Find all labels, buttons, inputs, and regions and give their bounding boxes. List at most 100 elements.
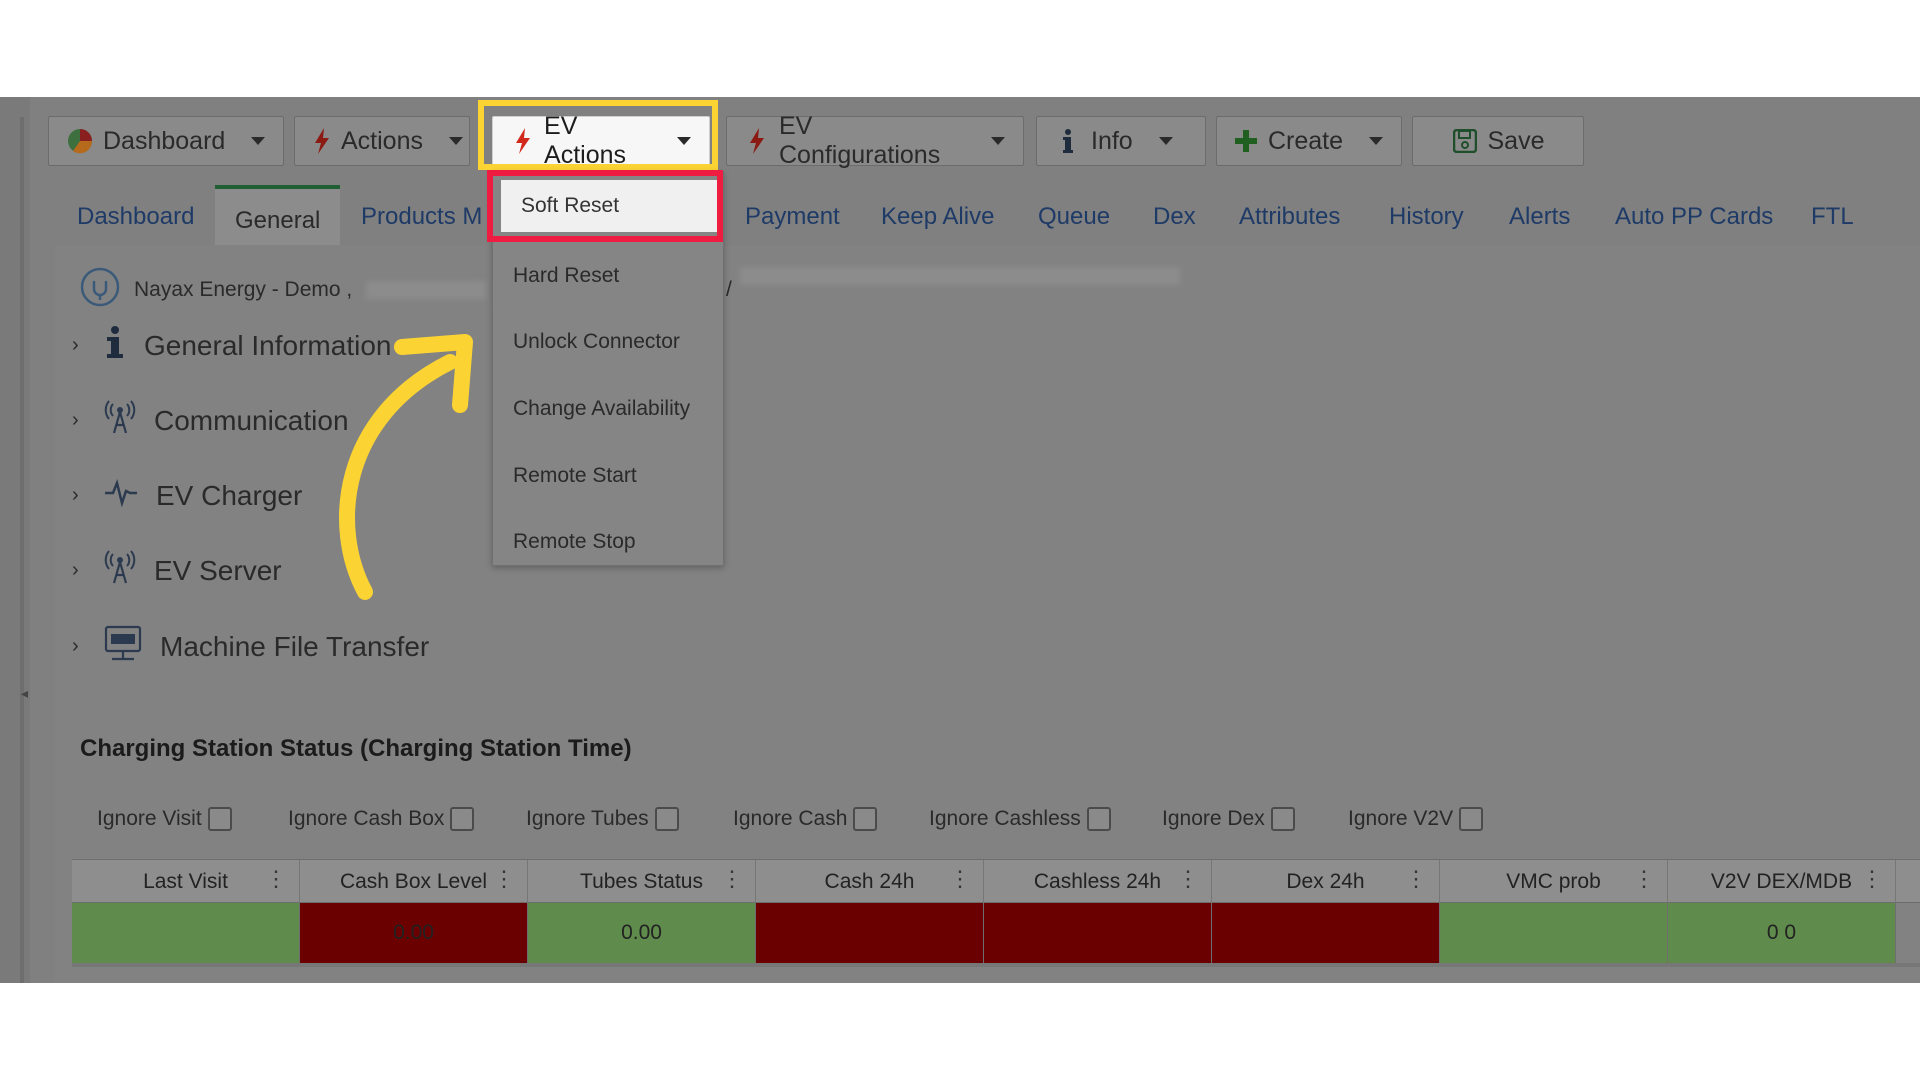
ignore-visit-filter[interactable]: Ignore Visit <box>97 807 232 831</box>
chevron-right-icon: › <box>72 635 79 657</box>
column-menu-icon[interactable]: ⋮ <box>493 868 515 890</box>
tab-auto-pp-cards[interactable]: Auto PP Cards <box>1615 203 1773 231</box>
checkbox[interactable] <box>654 807 679 831</box>
status-title: Charging Station Status (Charging Statio… <box>80 735 632 762</box>
chevron-right-icon: › <box>72 334 79 356</box>
info-button-label: Info <box>1091 126 1133 155</box>
column-header[interactable]: Cashless 24h ⋮ <box>984 860 1212 904</box>
menu-item-hard-reset[interactable]: Hard Reset <box>493 250 725 302</box>
column-menu-icon[interactable]: ⋮ <box>721 868 743 890</box>
info-button[interactable]: Info <box>1036 116 1206 166</box>
chevron-right-icon: › <box>72 409 79 431</box>
chevron-down-icon <box>1158 137 1173 145</box>
tab-products[interactable]: Products M <box>361 203 482 231</box>
status-cell <box>72 903 300 963</box>
column-label: Cashless 24h <box>1033 870 1162 893</box>
ignore-v2v-filter[interactable]: Ignore V2V <box>1348 807 1484 831</box>
checkbox[interactable] <box>1270 807 1295 831</box>
filter-label: Ignore V2V <box>1348 807 1454 830</box>
checkbox[interactable] <box>1459 807 1484 831</box>
tab-dex[interactable]: Dex <box>1153 203 1196 231</box>
ignore-dex-filter[interactable]: Ignore Dex <box>1162 807 1295 831</box>
checkbox[interactable] <box>207 807 232 831</box>
ignore-tubes-filter[interactable]: Ignore Tubes <box>526 807 679 831</box>
tab-bar: Dashboard General Products M Payment Kee… <box>55 185 1920 245</box>
tab-general[interactable]: General <box>215 185 341 245</box>
section-label: Communication <box>154 404 349 436</box>
status-table-header: Last Visit ⋮ Cash Box Level ⋮ Tubes Status… <box>72 859 1920 904</box>
column-menu-icon[interactable]: ⋮ <box>1861 868 1883 890</box>
status-cell <box>1440 903 1668 963</box>
section-label: EV Charger <box>156 479 303 511</box>
checkbox[interactable] <box>853 807 878 831</box>
column-header[interactable]: VMC prob ⋮ <box>1440 860 1668 904</box>
column-label: VMC prob <box>1506 870 1601 893</box>
collapse-sidebar-icon[interactable]: ◂ <box>21 685 28 702</box>
column-header[interactable]: V2V DEX/MDB ⋮ <box>1668 860 1896 904</box>
section-machine-file-transfer[interactable]: › Machine File Transfer <box>72 624 429 669</box>
tab-ftl[interactable]: FTL <box>1811 203 1854 231</box>
ignore-cashless-filter[interactable]: Ignore Cashless <box>929 807 1111 831</box>
antenna-icon <box>104 400 136 441</box>
info-icon <box>1055 128 1081 154</box>
column-header[interactable]: Tubes Status ⋮ <box>528 860 756 904</box>
column-menu-icon[interactable]: ⋮ <box>949 868 971 890</box>
status-cell <box>984 903 1212 963</box>
menu-item-unlock-connector[interactable]: Unlock Connector <box>493 316 725 368</box>
menu-item-remote-stop[interactable]: Remote Stop <box>493 516 725 568</box>
create-button-label: Create <box>1267 126 1343 155</box>
chevron-right-icon: › <box>72 484 79 506</box>
column-header[interactable]: Dex 24h ⋮ <box>1212 860 1440 904</box>
menu-item-remote-start[interactable]: Remote Start <box>493 450 725 502</box>
section-label: EV Server <box>154 554 282 586</box>
ignore-cash-box-filter[interactable]: Ignore Cash Box <box>288 807 475 831</box>
column-menu-icon[interactable]: ⋮ <box>1633 868 1655 890</box>
tab-keep-alive[interactable]: Keep Alive <box>881 203 994 231</box>
checkbox[interactable] <box>450 807 475 831</box>
chevron-down-icon <box>1369 137 1383 145</box>
actions-button[interactable]: Actions <box>294 116 470 166</box>
dashboard-button[interactable]: Dashboard <box>48 116 284 166</box>
floppy-disk-icon <box>1452 128 1478 154</box>
pie-chart-icon <box>67 128 93 154</box>
checkbox[interactable] <box>1086 807 1111 831</box>
breadcrumb: Nayax Energy - Demo , / <box>80 267 1180 313</box>
filter-label: Ignore Cash <box>733 807 848 830</box>
tab-alerts[interactable]: Alerts <box>1509 203 1570 231</box>
column-menu-icon[interactable]: ⋮ <box>1405 868 1427 890</box>
create-button[interactable]: Create <box>1216 116 1402 166</box>
column-label: Last Visit <box>143 870 228 893</box>
dashboard-button-label: Dashboard <box>103 126 226 155</box>
ev-configurations-button[interactable]: EV Configurations <box>726 112 1024 169</box>
ignore-cash-filter[interactable]: Ignore Cash <box>733 807 878 831</box>
redacted-text <box>366 281 487 299</box>
antenna-icon <box>104 550 136 591</box>
status-cell: 0.00 <box>300 903 528 963</box>
tab-queue[interactable]: Queue <box>1038 203 1110 231</box>
highlight-box-yellow <box>478 100 718 170</box>
column-header[interactable]: Cash Box Level ⋮ <box>300 860 528 904</box>
tab-attributes[interactable]: Attributes <box>1239 203 1340 231</box>
annotation-arrow-icon <box>339 334 473 600</box>
column-menu-icon[interactable]: ⋮ <box>265 868 287 890</box>
section-communication[interactable]: › Communication <box>72 400 349 441</box>
tab-dashboard[interactable]: Dashboard <box>77 203 194 231</box>
table-footer-line <box>72 963 1920 967</box>
redacted-text <box>740 267 1180 285</box>
column-menu-icon[interactable]: ⋮ <box>1177 868 1199 890</box>
save-button[interactable]: Save <box>1412 116 1584 166</box>
left-sidebar-strip: ◂ <box>0 97 30 983</box>
filter-label: Ignore Visit <box>97 807 202 830</box>
chevron-down-icon <box>991 137 1005 145</box>
info-icon <box>104 325 126 366</box>
ev-configurations-button-label: EV Configurations <box>779 112 941 169</box>
menu-item-change-availability[interactable]: Change Availability <box>493 383 725 435</box>
tab-history[interactable]: History <box>1389 203 1464 231</box>
section-ev-server[interactable]: › EV Server <box>72 550 282 591</box>
section-ev-charger[interactable]: › EV Charger <box>72 475 302 516</box>
breadcrumb-site[interactable]: Nayax Energy - Demo , <box>134 278 352 302</box>
column-header[interactable]: Cash 24h ⋮ <box>756 860 984 904</box>
column-label: Dex 24h <box>1286 870 1365 893</box>
column-header[interactable]: Last Visit ⋮ <box>72 860 300 904</box>
tab-payment[interactable]: Payment <box>745 203 840 231</box>
